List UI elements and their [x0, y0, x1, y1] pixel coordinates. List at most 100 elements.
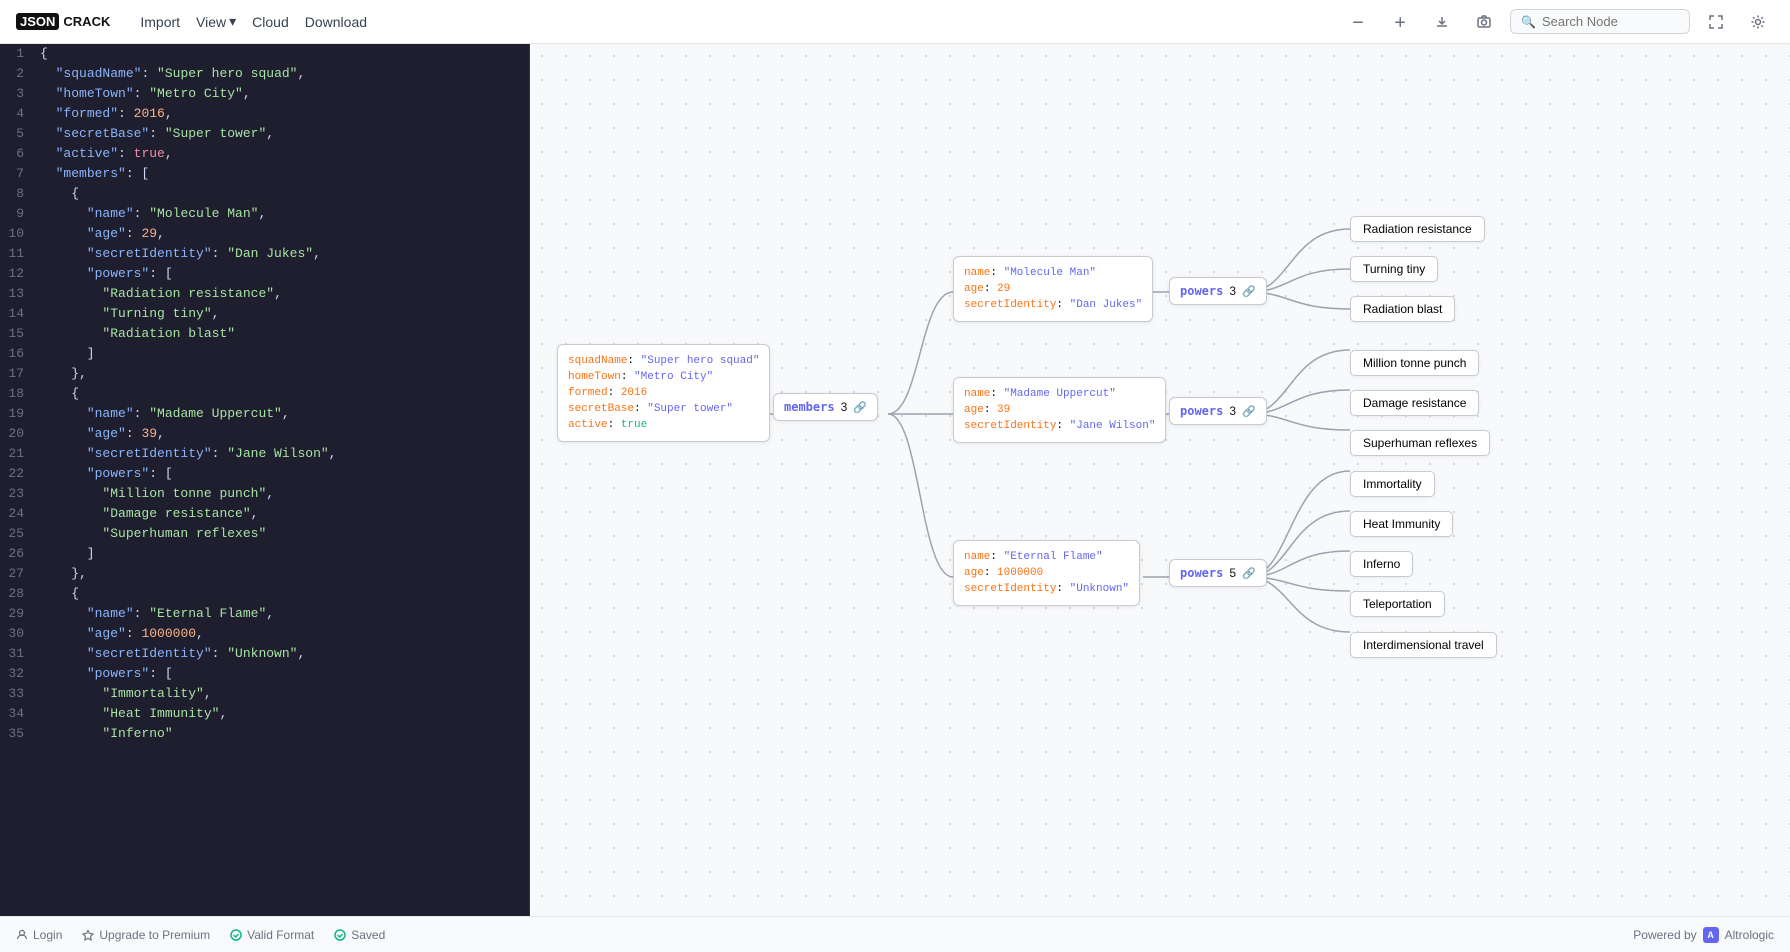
line-number: 27	[0, 564, 40, 584]
nav-import[interactable]: Import	[134, 10, 186, 34]
powers3-badge[interactable]: powers 5 🔗	[1169, 559, 1267, 587]
line-content: "powers": [	[40, 264, 529, 284]
line-number: 5	[0, 124, 40, 144]
screenshot-icon[interactable]	[1468, 6, 1500, 38]
line-number: 11	[0, 244, 40, 264]
leaf-radiation-blast[interactable]: Radiation blast	[1350, 296, 1455, 322]
zoom-in-button[interactable]	[1384, 6, 1416, 38]
main-content: 1{2 "squadName": "Super hero squad",3 "h…	[0, 44, 1790, 916]
saved-indicator: Saved	[334, 928, 385, 942]
editor-line: 33 "Immortality",	[0, 684, 529, 704]
line-number: 23	[0, 484, 40, 504]
powers2-count: 3	[1229, 404, 1236, 418]
leaf-radiation-resistance[interactable]: Radiation resistance	[1350, 216, 1485, 242]
leaf-inferno[interactable]: Inferno	[1350, 551, 1413, 577]
powers2-link-icon[interactable]: 🔗	[1242, 405, 1256, 418]
line-content: "Immortality",	[40, 684, 529, 704]
settings-button[interactable]	[1742, 6, 1774, 38]
search-box[interactable]: 🔍	[1510, 9, 1690, 34]
member1-node[interactable]: name: "Molecule Man" age: 29 secretIdent…	[953, 256, 1153, 322]
line-number: 32	[0, 664, 40, 684]
line-content: "name": "Eternal Flame",	[40, 604, 529, 624]
member3-node[interactable]: name: "Eternal Flame" age: 1000000 secre…	[953, 540, 1140, 606]
editor-line: 24 "Damage resistance",	[0, 504, 529, 524]
root-node[interactable]: squadName: "Super hero squad" homeTown: …	[557, 344, 770, 442]
editor-line: 32 "powers": [	[0, 664, 529, 684]
line-number: 12	[0, 264, 40, 284]
line-content: "name": "Madame Uppercut",	[40, 404, 529, 424]
editor-line: 14 "Turning tiny",	[0, 304, 529, 324]
search-input[interactable]	[1542, 14, 1679, 29]
line-number: 16	[0, 344, 40, 364]
saved-icon	[334, 929, 346, 941]
leaf-damage-resistance[interactable]: Damage resistance	[1350, 390, 1479, 416]
leaf-turning-tiny[interactable]: Turning tiny	[1350, 256, 1438, 282]
line-content: "powers": [	[40, 664, 529, 684]
editor-line: 16 ]	[0, 344, 529, 364]
login-link[interactable]: Login	[16, 928, 62, 942]
line-number: 8	[0, 184, 40, 204]
line-content: "Heat Immunity",	[40, 704, 529, 724]
members-label: members	[784, 400, 835, 414]
editor-line: 19 "name": "Madame Uppercut",	[0, 404, 529, 424]
line-content: "powers": [	[40, 464, 529, 484]
line-content: "Radiation blast"	[40, 324, 529, 344]
line-content: "age": 29,	[40, 224, 529, 244]
leaf-superhuman-reflexes[interactable]: Superhuman reflexes	[1350, 430, 1490, 456]
line-content: "members": [	[40, 164, 529, 184]
editor-line: 4 "formed": 2016,	[0, 104, 529, 124]
line-number: 15	[0, 324, 40, 344]
editor-line: 10 "age": 29,	[0, 224, 529, 244]
code-editor[interactable]: 1{2 "squadName": "Super hero squad",3 "h…	[0, 44, 530, 916]
editor-line: 12 "powers": [	[0, 264, 529, 284]
nav-view[interactable]: View ▾	[190, 9, 242, 34]
line-content: },	[40, 564, 529, 584]
member2-node[interactable]: name: "Madame Uppercut" age: 39 secretId…	[953, 377, 1166, 443]
graph-canvas[interactable]: squadName: "Super hero squad" homeTown: …	[530, 44, 1790, 916]
leaf-teleportation[interactable]: Teleportation	[1350, 591, 1445, 617]
editor-line: 6 "active": true,	[0, 144, 529, 164]
line-content: "squadName": "Super hero squad",	[40, 64, 529, 84]
leaf-immortality[interactable]: Immortality	[1350, 471, 1435, 497]
line-content: "Inferno"	[40, 724, 529, 744]
line-number: 9	[0, 204, 40, 224]
leaf-million-tonne-punch[interactable]: Million tonne punch	[1350, 350, 1479, 376]
line-number: 35	[0, 724, 40, 744]
editor-line: 5 "secretBase": "Super tower",	[0, 124, 529, 144]
line-content: "secretIdentity": "Jane Wilson",	[40, 444, 529, 464]
line-content: "secretIdentity": "Unknown",	[40, 644, 529, 664]
editor-line: 23 "Million tonne punch",	[0, 484, 529, 504]
powers1-link-icon[interactable]: 🔗	[1242, 285, 1256, 298]
line-number: 10	[0, 224, 40, 244]
leaf-heat-immunity[interactable]: Heat Immunity	[1350, 511, 1453, 537]
line-number: 30	[0, 624, 40, 644]
line-number: 4	[0, 104, 40, 124]
editor-line: 30 "age": 1000000,	[0, 624, 529, 644]
line-content: ]	[40, 344, 529, 364]
powers2-badge[interactable]: powers 3 🔗	[1169, 397, 1267, 425]
editor-line: 26 ]	[0, 544, 529, 564]
members-link-icon[interactable]: 🔗	[853, 401, 867, 414]
app-logo[interactable]: JSON CRACK	[16, 13, 110, 30]
upgrade-link[interactable]: Upgrade to Premium	[82, 928, 210, 942]
login-icon	[16, 929, 28, 941]
download-icon[interactable]	[1426, 6, 1458, 38]
line-content: "Radiation resistance",	[40, 284, 529, 304]
powered-by-text: Powered by	[1633, 928, 1696, 942]
powers3-count: 5	[1229, 566, 1236, 580]
powers1-badge[interactable]: powers 3 🔗	[1169, 277, 1267, 305]
line-number: 34	[0, 704, 40, 724]
powers3-link-icon[interactable]: 🔗	[1242, 567, 1256, 580]
editor-line: 1{	[0, 44, 529, 64]
powers2-label: powers	[1180, 404, 1223, 418]
leaf-interdimensional-travel[interactable]: Interdimensional travel	[1350, 632, 1497, 658]
line-number: 1	[0, 44, 40, 64]
zoom-out-button[interactable]	[1342, 6, 1374, 38]
members-badge[interactable]: members 3 🔗	[773, 393, 878, 421]
fullscreen-button[interactable]	[1700, 6, 1732, 38]
nav-download[interactable]: Download	[299, 10, 373, 34]
altrologic-logo: A	[1703, 927, 1719, 943]
powers1-label: powers	[1180, 284, 1223, 298]
nav-cloud[interactable]: Cloud	[246, 10, 295, 34]
line-number: 3	[0, 84, 40, 104]
